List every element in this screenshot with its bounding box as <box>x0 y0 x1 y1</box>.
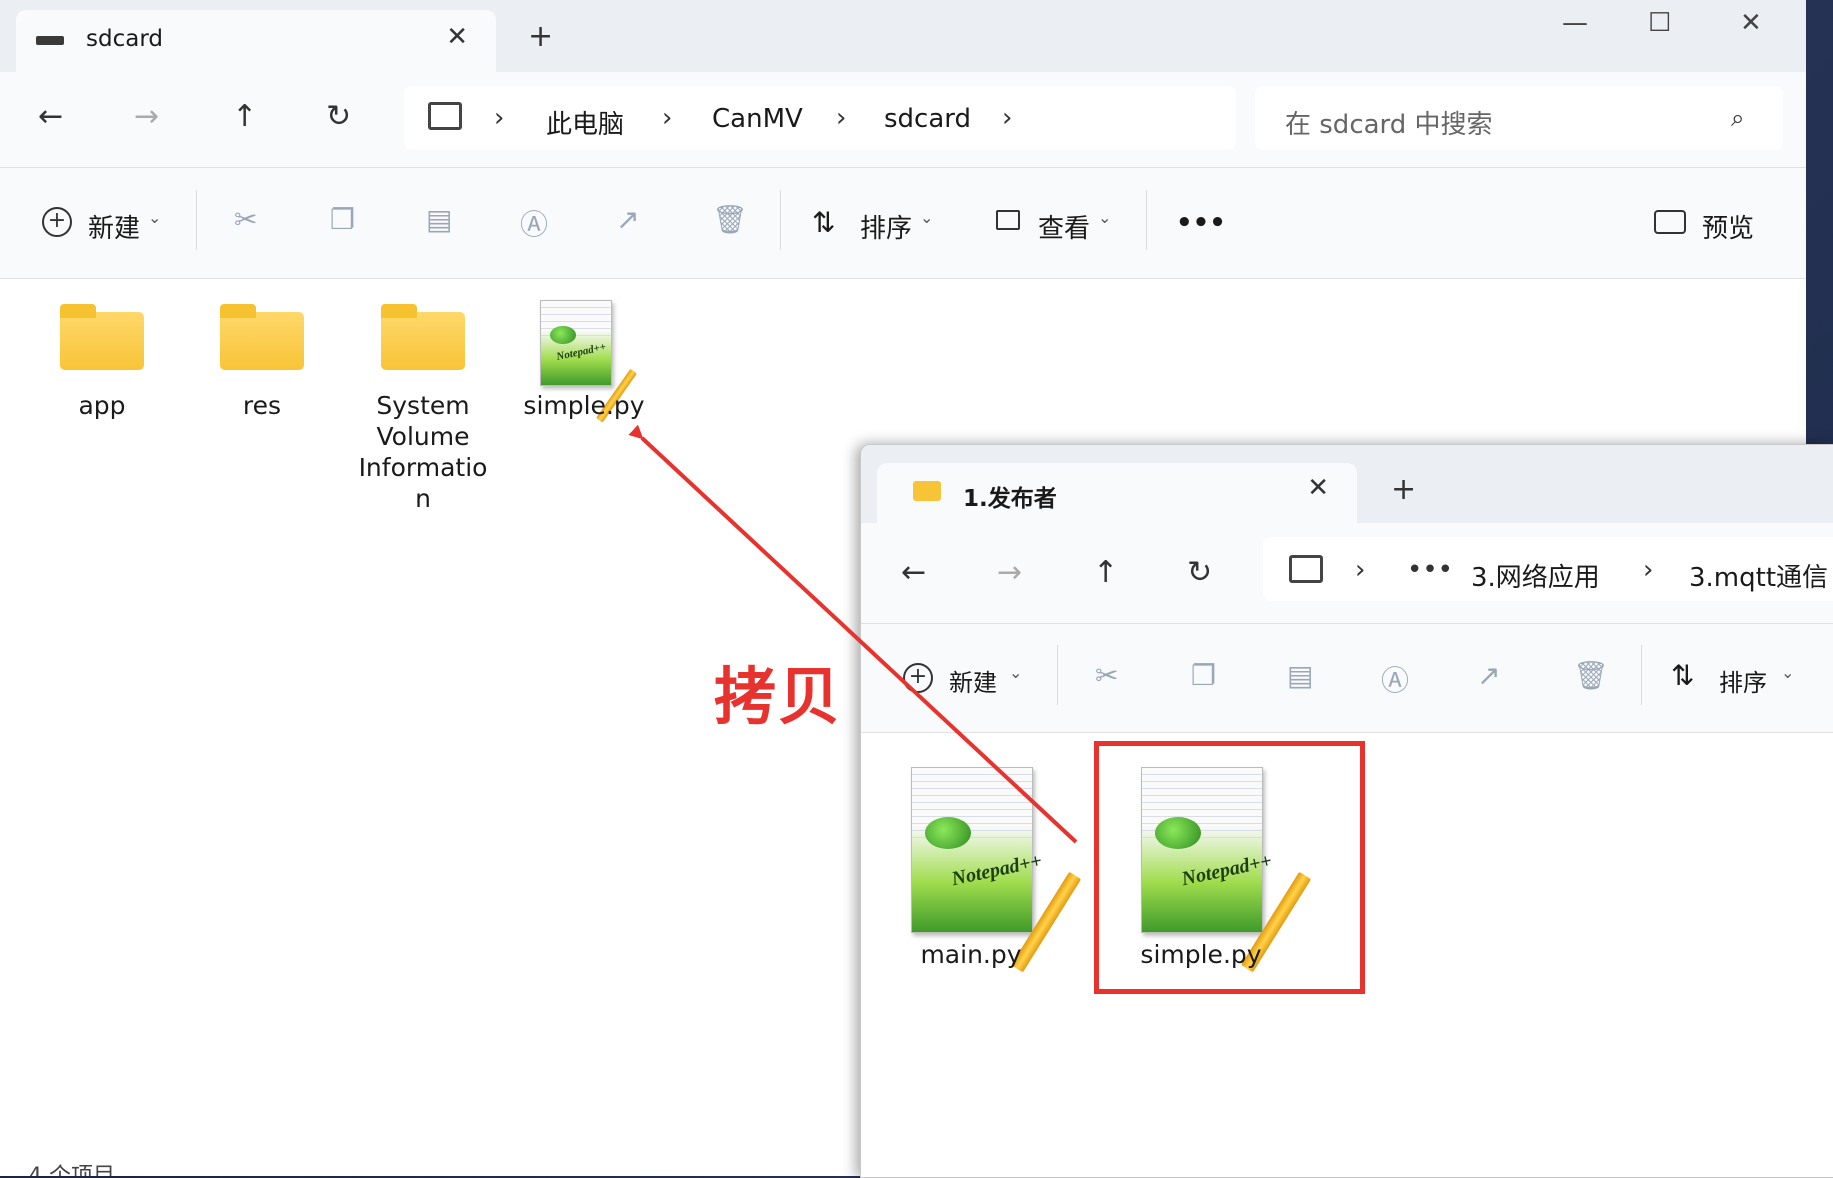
highlight-box <box>1094 741 1365 994</box>
copy-annotation-label: 拷贝 <box>714 660 843 733</box>
copy-arrow <box>628 424 1078 844</box>
